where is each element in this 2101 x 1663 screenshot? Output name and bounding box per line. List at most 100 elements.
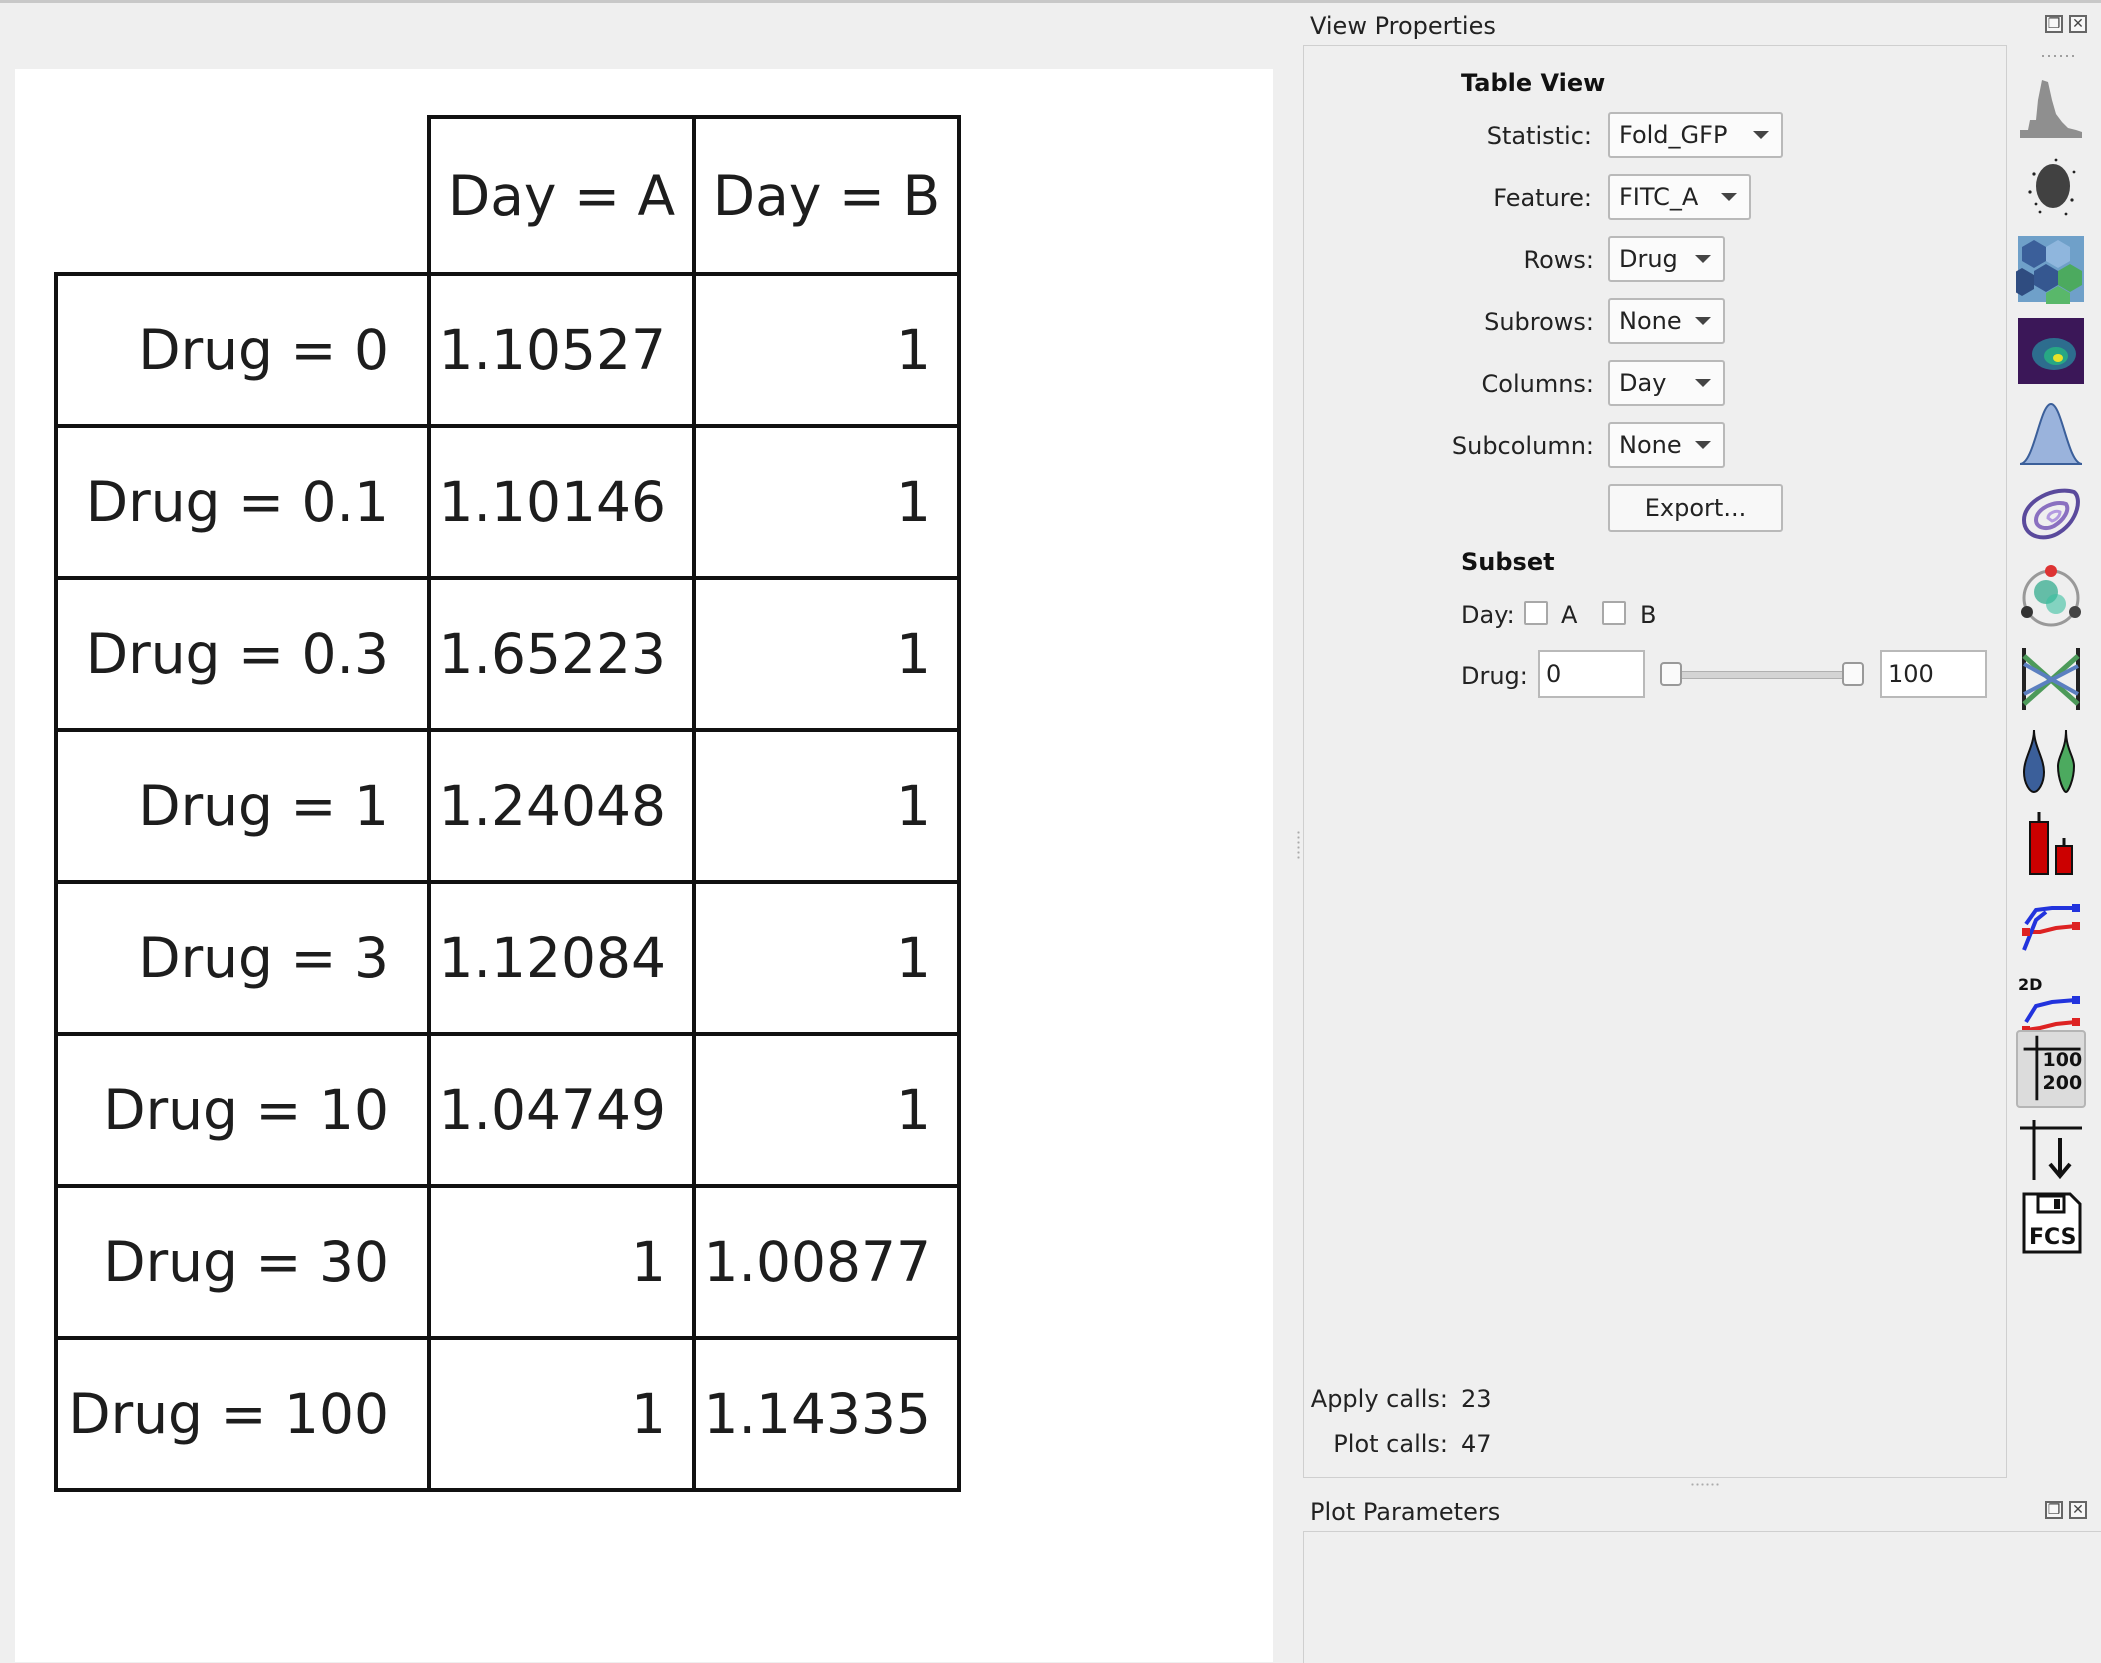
rows-select[interactable]: Drug bbox=[1608, 236, 1725, 282]
table-cell-day-a: 1.04749 bbox=[427, 1032, 696, 1188]
canvas-splitter-handle[interactable] bbox=[1296, 830, 1302, 860]
svg-text:200: 200 bbox=[2043, 1072, 2083, 1094]
table-cell-day-b: 1 bbox=[692, 424, 961, 580]
plot-calls-label: Plot calls: bbox=[1333, 1430, 1448, 1458]
drug-range-max-handle[interactable] bbox=[1842, 662, 1864, 686]
subrows-select[interactable]: None bbox=[1608, 298, 1725, 344]
chevron-down-icon bbox=[1695, 255, 1711, 263]
density-2d-icon[interactable] bbox=[2016, 316, 2086, 386]
chevron-down-icon bbox=[1753, 131, 1769, 139]
bar-chart-icon[interactable] bbox=[2016, 808, 2086, 878]
table-cell-day-b: 1 bbox=[692, 880, 961, 1036]
row-header: Drug = 0.3 bbox=[54, 576, 431, 732]
table-cell-day-a: 1.24048 bbox=[427, 728, 696, 884]
rows-value: Drug bbox=[1619, 245, 1678, 273]
column-header-day-a: Day = A bbox=[427, 115, 696, 276]
plot-parameters-panel bbox=[1303, 1531, 2101, 1663]
stats-1d-icon[interactable] bbox=[2016, 890, 2086, 960]
close-dock-icon[interactable]: ✕ bbox=[2069, 15, 2087, 33]
column-header-day-b: Day = B bbox=[692, 115, 961, 276]
table-cell-day-a: 1 bbox=[427, 1336, 696, 1492]
table-cell-day-b: 1.00877 bbox=[692, 1184, 961, 1340]
feature-select[interactable]: FITC_A bbox=[1608, 174, 1751, 220]
day-a-checkbox[interactable] bbox=[1524, 601, 1548, 625]
statistic-label: Statistic: bbox=[1486, 122, 1592, 150]
view-properties-title: View Properties bbox=[1310, 12, 1496, 40]
statistic-value: Fold_GFP bbox=[1619, 121, 1728, 149]
apply-calls-label: Apply calls: bbox=[1310, 1385, 1448, 1413]
table-cell-day-a: 1.10146 bbox=[427, 424, 696, 580]
float-dock-icon[interactable]: ❐ bbox=[2045, 15, 2063, 33]
subcolumn-select[interactable]: None bbox=[1608, 422, 1725, 468]
chevron-down-icon bbox=[1695, 379, 1711, 387]
table-cell-day-a: 1.12084 bbox=[427, 880, 696, 1036]
radviz-icon[interactable] bbox=[2016, 562, 2086, 632]
table-view-heading: Table View bbox=[1461, 69, 1606, 97]
row-header: Drug = 30 bbox=[54, 1184, 431, 1340]
subrows-value: None bbox=[1619, 307, 1682, 335]
day-a-label: A bbox=[1561, 601, 1578, 629]
svg-text:100: 100 bbox=[2043, 1049, 2083, 1071]
drug-max-field[interactable]: 100 bbox=[1880, 650, 1987, 698]
table-cell-day-a: 1.65223 bbox=[427, 576, 696, 732]
subset-heading: Subset bbox=[1461, 548, 1555, 576]
table-cell-day-a: 1 bbox=[427, 1184, 696, 1340]
subcolumn-value: None bbox=[1619, 431, 1682, 459]
chevron-down-icon bbox=[1721, 193, 1737, 201]
plot-parameters-dock-buttons: ❐ ✕ bbox=[2045, 1501, 2087, 1519]
scatter-icon[interactable] bbox=[2016, 152, 2086, 222]
feature-value: FITC_A bbox=[1619, 183, 1699, 211]
table-cell-day-b: 1 bbox=[692, 728, 961, 884]
row-header: Drug = 100 bbox=[54, 1336, 431, 1492]
drug-range-track[interactable] bbox=[1670, 671, 1864, 679]
contour-icon[interactable] bbox=[2016, 480, 2086, 550]
export-icon[interactable] bbox=[2016, 1114, 2086, 1184]
table-view-icon[interactable]: 100 200 bbox=[2016, 1030, 2086, 1108]
table-cell-day-b: 1 bbox=[692, 1032, 961, 1188]
close-dock-icon[interactable]: ✕ bbox=[2069, 1501, 2087, 1519]
columns-value: Day bbox=[1619, 369, 1667, 397]
chevron-down-icon bbox=[1695, 441, 1711, 449]
row-header: Drug = 1 bbox=[54, 728, 431, 884]
row-header: Drug = 0 bbox=[54, 272, 431, 428]
hexbin-icon[interactable] bbox=[2016, 234, 2086, 304]
statistic-select[interactable]: Fold_GFP bbox=[1608, 112, 1783, 158]
drug-min-field[interactable]: 0 bbox=[1538, 650, 1645, 698]
svg-text:FCS: FCS bbox=[2029, 1225, 2076, 1250]
window-top-border bbox=[0, 0, 2101, 3]
violin-icon[interactable] bbox=[2016, 726, 2086, 796]
drug-range-min-handle[interactable] bbox=[1660, 662, 1682, 686]
columns-select[interactable]: Day bbox=[1608, 360, 1725, 406]
row-header: Drug = 10 bbox=[54, 1032, 431, 1188]
dock-splitter-handle[interactable] bbox=[1690, 1482, 1720, 1488]
day-b-checkbox[interactable] bbox=[1602, 601, 1626, 625]
plot-canvas: Day = A Day = B Drug = 0 1.10527 1 Drug = 0.1… bbox=[15, 69, 1273, 1662]
view-properties-dock-buttons: ❐ ✕ bbox=[2045, 15, 2087, 33]
row-header: Drug = 0.1 bbox=[54, 424, 431, 580]
feature-label: Feature: bbox=[1493, 184, 1592, 212]
table-cell-day-b: 1 bbox=[692, 576, 961, 732]
chevron-down-icon bbox=[1695, 317, 1711, 325]
rows-label: Rows: bbox=[1523, 246, 1595, 274]
plot-parameters-title: Plot Parameters bbox=[1310, 1498, 1501, 1526]
apply-calls-value: 23 bbox=[1461, 1385, 1492, 1413]
table-cell-day-b: 1.14335 bbox=[692, 1336, 961, 1492]
day-label: Day: bbox=[1461, 601, 1515, 629]
day-b-label: B bbox=[1640, 601, 1657, 629]
subcolumn-label: Subcolumn: bbox=[1451, 432, 1594, 460]
plot-calls-value: 47 bbox=[1461, 1430, 1492, 1458]
table-cell-day-a: 1.10527 bbox=[427, 272, 696, 428]
parallel-coordinates-icon[interactable] bbox=[2016, 644, 2086, 714]
table-cell-day-b: 1 bbox=[692, 272, 961, 428]
float-dock-icon[interactable]: ❐ bbox=[2045, 1501, 2063, 1519]
svg-text:2D: 2D bbox=[2018, 975, 2042, 994]
toolbar-grip[interactable] bbox=[2040, 53, 2074, 59]
columns-label: Columns: bbox=[1481, 370, 1595, 398]
row-header: Drug = 3 bbox=[54, 880, 431, 1036]
kde-icon[interactable] bbox=[2016, 398, 2086, 468]
fcs-icon[interactable]: FCS bbox=[2016, 1188, 2086, 1258]
drug-label: Drug: bbox=[1461, 662, 1528, 690]
subrows-label: Subrows: bbox=[1484, 308, 1594, 336]
histogram-icon[interactable] bbox=[2016, 70, 2086, 140]
export-button[interactable]: Export... bbox=[1608, 484, 1783, 532]
